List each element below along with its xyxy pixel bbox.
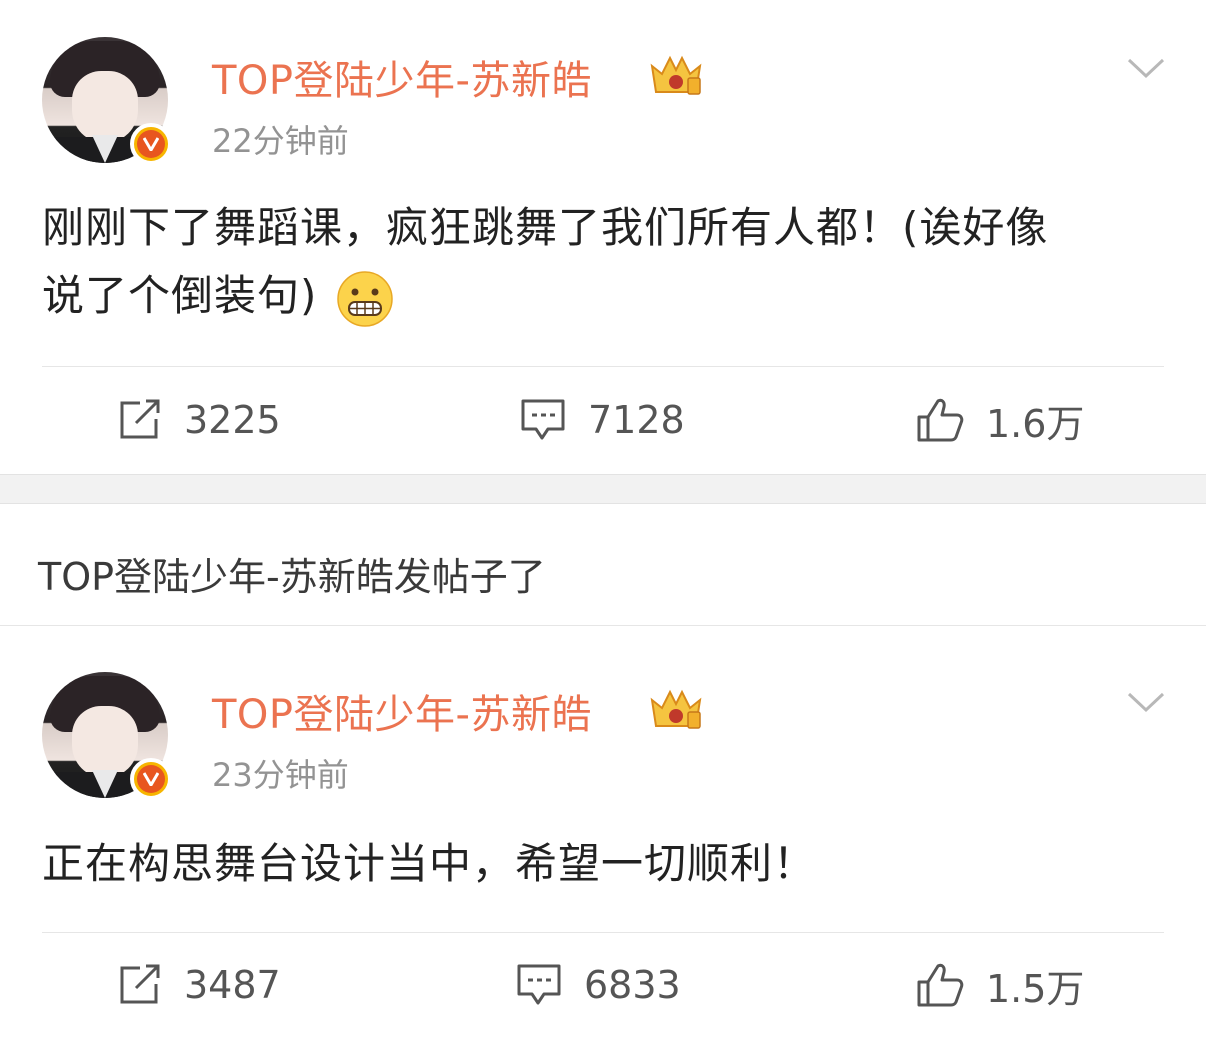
repost-icon — [120, 399, 160, 439]
divider — [42, 366, 1164, 367]
repost-count: 3487 — [184, 963, 281, 1007]
comment-count: 6833 — [584, 963, 681, 1007]
repost-button[interactable]: 3225 — [118, 395, 281, 445]
feed-post: TOP登陆少年-苏新皓 22分钟前 刚刚下了舞蹈课，疯狂跳舞了我们所有人都！(诶… — [0, 0, 1206, 474]
crown-member-icon[interactable] — [648, 686, 704, 732]
post-text: 说了个倒装句) — [42, 271, 318, 320]
divider — [42, 932, 1164, 933]
avatar[interactable] — [42, 672, 172, 800]
post-time: 23分钟前 — [212, 756, 349, 794]
thumbs-up-icon — [917, 963, 964, 1007]
like-count: 1.6万 — [986, 401, 1085, 446]
section-separator — [0, 474, 1206, 504]
grimacing-face-emoji — [337, 270, 393, 327]
post-notification[interactable]: TOP登陆少年-苏新皓发帖子了 — [38, 546, 546, 601]
chevron-down-icon[interactable] — [1126, 690, 1166, 714]
repost-button[interactable]: 3487 — [118, 960, 281, 1010]
username[interactable]: TOP登陆少年-苏新皓 — [212, 48, 592, 106]
repost-icon — [120, 964, 160, 1004]
post-time: 22分钟前 — [212, 122, 349, 160]
comment-button[interactable]: 7128 — [520, 395, 685, 445]
feed-post: TOP登陆少年-苏新皓 23分钟前 正在构思舞台设计当中，希望一切顺利！ 348… — [0, 626, 1206, 1039]
like-button[interactable]: 1.6万 — [916, 395, 1085, 446]
post-text-line: 正在构思舞台设计当中，希望一切顺利！ — [42, 839, 817, 888]
like-button[interactable]: 1.5万 — [916, 960, 1085, 1011]
comment-icon — [521, 399, 565, 440]
verified-badge-icon — [130, 123, 172, 165]
avatar[interactable] — [42, 37, 172, 165]
post-text-line: 说了个倒装句) — [42, 262, 1172, 330]
comment-button[interactable]: 6833 — [516, 960, 681, 1010]
crown-member-icon[interactable] — [648, 52, 704, 98]
like-count: 1.5万 — [986, 966, 1085, 1011]
post-text-line: 刚刚下了舞蹈课，疯狂跳舞了我们所有人都！(诶好像 — [42, 203, 1049, 252]
post-content: 正在构思舞台设计当中，希望一切顺利！ — [42, 830, 1172, 898]
post-content: 刚刚下了舞蹈课，疯狂跳舞了我们所有人都！(诶好像 说了个倒装句) — [42, 194, 1172, 330]
verified-badge-icon — [130, 758, 172, 800]
repost-count: 3225 — [184, 398, 281, 442]
comment-icon — [517, 964, 561, 1005]
comment-count: 7128 — [588, 398, 685, 442]
thumbs-up-icon — [917, 398, 964, 442]
username[interactable]: TOP登陆少年-苏新皓 — [212, 682, 592, 740]
chevron-down-icon[interactable] — [1126, 56, 1166, 80]
